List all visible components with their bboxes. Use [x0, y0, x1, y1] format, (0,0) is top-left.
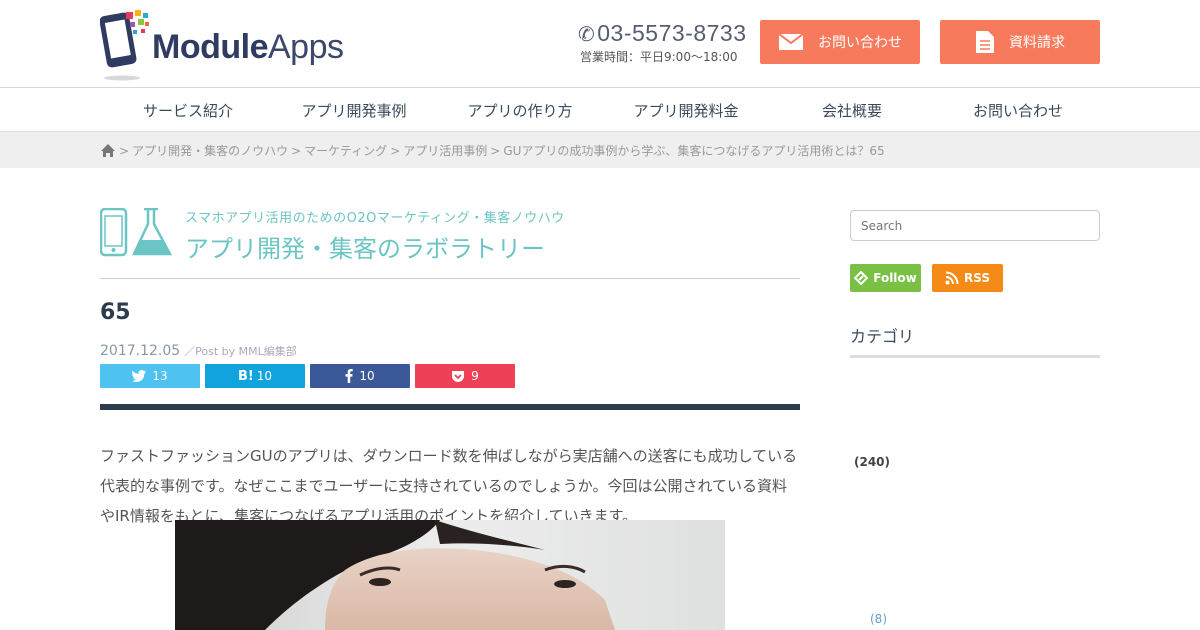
nav-item-services[interactable]: サービス紹介: [118, 100, 258, 121]
rss-button[interactable]: RSS: [932, 264, 1003, 292]
facebook-icon: [345, 369, 354, 383]
post-title: 65: [100, 300, 131, 325]
category-count: (240): [854, 455, 891, 469]
nav-item-company[interactable]: 会社概要: [782, 100, 922, 121]
share-facebook-button[interactable]: 10: [310, 364, 410, 388]
sidebar-category-heading: カテゴリ: [850, 323, 1100, 358]
breadcrumb-item[interactable]: アプリ開発・集客のノウハウ: [132, 142, 288, 159]
hatena-icon: B!: [237, 368, 254, 384]
breadcrumb-item[interactable]: アプリ活用事例: [403, 142, 487, 159]
pocket-icon: [452, 370, 465, 382]
nav-item-cases[interactable]: アプリ開発事例: [284, 100, 424, 121]
feedly-follow-button[interactable]: Follow: [850, 264, 921, 292]
phone-logo-icon: [99, 10, 149, 81]
breadcrumb-separator: >: [291, 143, 302, 158]
share-pocket-button[interactable]: 9: [415, 364, 515, 388]
rss-icon: [945, 271, 959, 285]
feedly-icon: [854, 271, 869, 285]
article-photo: [175, 520, 725, 630]
logo-text: ModuleApps: [152, 28, 344, 66]
nav-item-howto[interactable]: アプリの作り方: [450, 100, 590, 121]
share-hatena-button[interactable]: B! 10: [205, 364, 305, 388]
phone-icon: ✆: [578, 24, 596, 46]
search-input[interactable]: [850, 210, 1100, 241]
breadcrumb-current: GUアプリの成功事例から学ぶ、集客につなげるアプリ活用術とは？65: [503, 144, 885, 158]
contact-button[interactable]: お問い合わせ: [760, 20, 920, 64]
share-twitter-button[interactable]: 13: [100, 364, 200, 388]
mail-icon: [778, 33, 804, 50]
category-title[interactable]: アプリ開発・集客のラボラトリー: [185, 229, 545, 264]
post-author: ／Post by MML編集部: [184, 345, 297, 358]
smartphone-flask-icon: [100, 208, 173, 257]
document-icon: [976, 31, 994, 53]
main-nav: サービス紹介 アプリ開発事例 アプリの作り方 アプリ開発料金 会社概要 お問い合…: [0, 88, 1200, 132]
nav-item-contact[interactable]: お問い合わせ: [948, 100, 1088, 121]
category-count: (8): [870, 612, 887, 626]
breadcrumb-separator: >: [490, 143, 501, 158]
breadcrumb-separator: >: [390, 143, 401, 158]
phone-number: ✆03-5573-8733: [578, 20, 747, 46]
twitter-icon: [132, 370, 147, 382]
post-date: 2017.12.05 ／Post by MML編集部: [100, 343, 297, 359]
woman-photo-image: [175, 520, 725, 630]
post-body: ファストファッションGUのアプリは、ダウンロード数を伸ばしながら実店舗への送客に…: [100, 447, 798, 525]
breadcrumb-item[interactable]: マーケティング: [304, 142, 387, 159]
business-hours: 営業時間：平日9:00〜18:00: [580, 50, 738, 64]
request-docs-button[interactable]: 資料請求: [940, 20, 1100, 64]
breadcrumb-separator: >: [119, 143, 130, 158]
category-header: スマホアプリ活用のためのO2Oマーケティング・集客ノウハウ アプリ開発・集客のラ…: [100, 205, 800, 279]
site-header: ModuleApps ✆03-5573-8733 営業時間：平日9:00〜18:…: [0, 0, 1200, 88]
category-subtitle: スマホアプリ活用のためのO2Oマーケティング・集客ノウハウ: [185, 211, 565, 226]
nav-item-pricing[interactable]: アプリ開発料金: [616, 100, 756, 121]
logo[interactable]: ModuleApps: [99, 8, 370, 82]
home-icon[interactable]: [100, 143, 116, 158]
post-divider: [100, 404, 800, 410]
breadcrumb: > アプリ開発・集客のノウハウ > マーケティング > アプリ活用事例 > GU…: [0, 132, 1200, 168]
